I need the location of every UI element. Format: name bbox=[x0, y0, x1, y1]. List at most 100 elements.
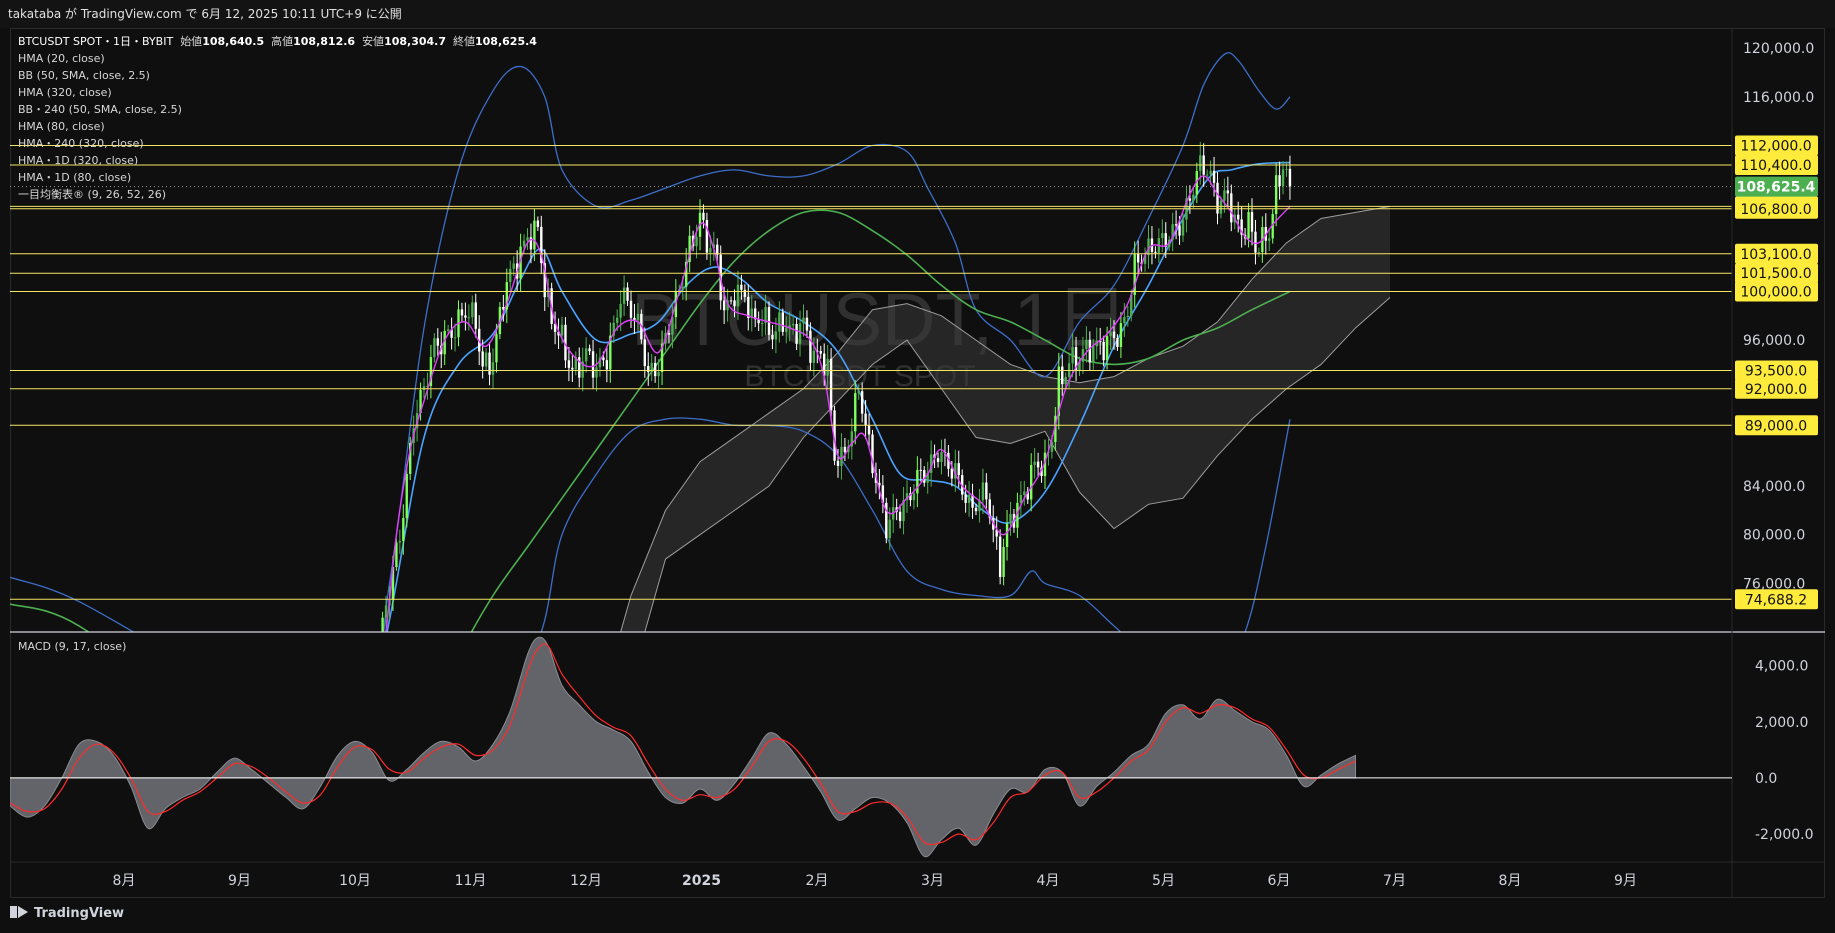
indicator-legend-item[interactable]: BB・240 (50, SMA, close, 2.5) bbox=[18, 101, 537, 118]
candle-body bbox=[64, 708, 66, 719]
candle-body bbox=[526, 237, 529, 241]
candle-body bbox=[361, 704, 363, 708]
candle-body bbox=[337, 781, 339, 785]
candle-body bbox=[88, 729, 90, 739]
candle-body bbox=[378, 651, 380, 670]
candle-body bbox=[622, 287, 626, 304]
candle-body bbox=[912, 493, 916, 501]
candle-body bbox=[940, 452, 943, 462]
candle-body bbox=[567, 360, 571, 368]
candle-body bbox=[1274, 175, 1278, 215]
candle-body bbox=[1136, 253, 1140, 263]
candle-body bbox=[112, 734, 114, 749]
candle-body bbox=[591, 351, 595, 378]
candle-body bbox=[422, 386, 426, 391]
candle-body bbox=[1278, 175, 1281, 187]
indicator-legend-item[interactable]: BB (50, SMA, close, 2.5) bbox=[18, 67, 537, 84]
candle-body bbox=[105, 723, 107, 737]
candle-body bbox=[1161, 233, 1164, 239]
tradingview-brand[interactable]: TradingView bbox=[10, 906, 124, 921]
candle-body bbox=[30, 709, 32, 721]
level-price-label: 103,100.0 bbox=[1740, 247, 1811, 263]
candle-body bbox=[216, 762, 218, 771]
candle-body bbox=[812, 350, 816, 363]
candle-body bbox=[495, 334, 498, 363]
candle-body bbox=[967, 494, 971, 503]
candle-body bbox=[19, 705, 21, 722]
candle-body bbox=[384, 605, 388, 618]
price-axis-tick: 76,000.0 bbox=[1743, 576, 1805, 592]
candle-body bbox=[164, 752, 166, 770]
macd-legend[interactable]: MACD (9, 17, close) bbox=[18, 640, 126, 653]
close-label: 終値 bbox=[453, 35, 475, 48]
candle-body bbox=[1212, 170, 1216, 183]
candle-body bbox=[867, 425, 871, 435]
candle-body bbox=[488, 352, 491, 375]
level-price-label: 89,000.0 bbox=[1745, 418, 1807, 434]
candle-body bbox=[436, 338, 439, 346]
candle-body bbox=[836, 460, 840, 466]
candle-body bbox=[1116, 338, 1119, 347]
time-axis-tick: 5月 bbox=[1152, 873, 1175, 889]
candle-body bbox=[1230, 193, 1233, 223]
candle-body bbox=[1205, 174, 1209, 176]
candle-body bbox=[702, 212, 705, 220]
candle-body bbox=[123, 757, 125, 758]
indicator-legend-item[interactable]: HMA (20, close) bbox=[18, 50, 537, 67]
candle-body bbox=[1257, 252, 1261, 254]
open-value: 108,640.5 bbox=[202, 35, 265, 48]
candle-body bbox=[588, 348, 591, 352]
candle-body bbox=[1102, 341, 1105, 361]
candle-body bbox=[916, 469, 919, 494]
candle-body bbox=[237, 777, 239, 793]
candle-body bbox=[722, 300, 726, 311]
high-value: 108,812.6 bbox=[293, 35, 356, 48]
level-price-label: 101,500.0 bbox=[1740, 266, 1811, 282]
candle-body bbox=[998, 536, 1002, 577]
indicator-legend-item[interactable]: HMA (80, close) bbox=[18, 118, 537, 135]
candle-body bbox=[40, 712, 42, 728]
candle-body bbox=[154, 744, 156, 748]
candle-body bbox=[471, 302, 474, 318]
candle-body bbox=[157, 748, 159, 767]
candle-body bbox=[136, 743, 138, 757]
candle-body bbox=[571, 367, 574, 370]
candle-body bbox=[1199, 155, 1202, 172]
indicator-legend-item[interactable]: HMA・240 (320, close) bbox=[18, 135, 537, 152]
candle-body bbox=[647, 366, 650, 373]
candle-body bbox=[140, 732, 142, 743]
candle-body bbox=[1033, 461, 1036, 465]
time-axis-tick: 2月 bbox=[806, 873, 829, 889]
candle-body bbox=[130, 740, 132, 747]
indicator-legend-item[interactable]: HMA・1D (80, close) bbox=[18, 169, 537, 186]
candle-body bbox=[898, 511, 902, 522]
symbol-title[interactable]: BTCUSDT SPOT・1日・BYBIT bbox=[18, 35, 173, 48]
candle-body bbox=[467, 317, 471, 319]
candle-body bbox=[181, 742, 183, 759]
candle-body bbox=[981, 482, 985, 501]
candle-body bbox=[326, 791, 328, 798]
level-price-label: 110,400.0 bbox=[1740, 158, 1811, 174]
candle-body bbox=[306, 771, 308, 775]
candle-body bbox=[1250, 211, 1254, 232]
candle-body bbox=[1005, 523, 1009, 548]
indicator-legend-item[interactable]: HMA・1D (320, close) bbox=[18, 152, 537, 169]
candle-body bbox=[453, 337, 457, 339]
candle-body bbox=[667, 333, 671, 335]
candle-body bbox=[888, 519, 891, 539]
candle-body bbox=[1123, 316, 1126, 324]
candle-body bbox=[798, 323, 802, 344]
candle-body bbox=[1285, 168, 1288, 170]
candle-body bbox=[1223, 190, 1226, 201]
candle-body bbox=[47, 731, 49, 733]
indicator-legend-item[interactable]: HMA (320, close) bbox=[18, 84, 537, 101]
candle-body bbox=[1219, 200, 1223, 214]
candle-body bbox=[188, 757, 190, 764]
candle-body bbox=[1288, 168, 1292, 187]
level-price-label: 100,000.0 bbox=[1740, 284, 1811, 300]
candle-body bbox=[653, 362, 657, 377]
candle-body bbox=[126, 740, 128, 758]
candle-body bbox=[61, 719, 63, 725]
time-axis-tick: 3月 bbox=[921, 873, 944, 889]
indicator-legend-item[interactable]: 一目均衡表® (9, 26, 52, 26) bbox=[18, 186, 537, 203]
